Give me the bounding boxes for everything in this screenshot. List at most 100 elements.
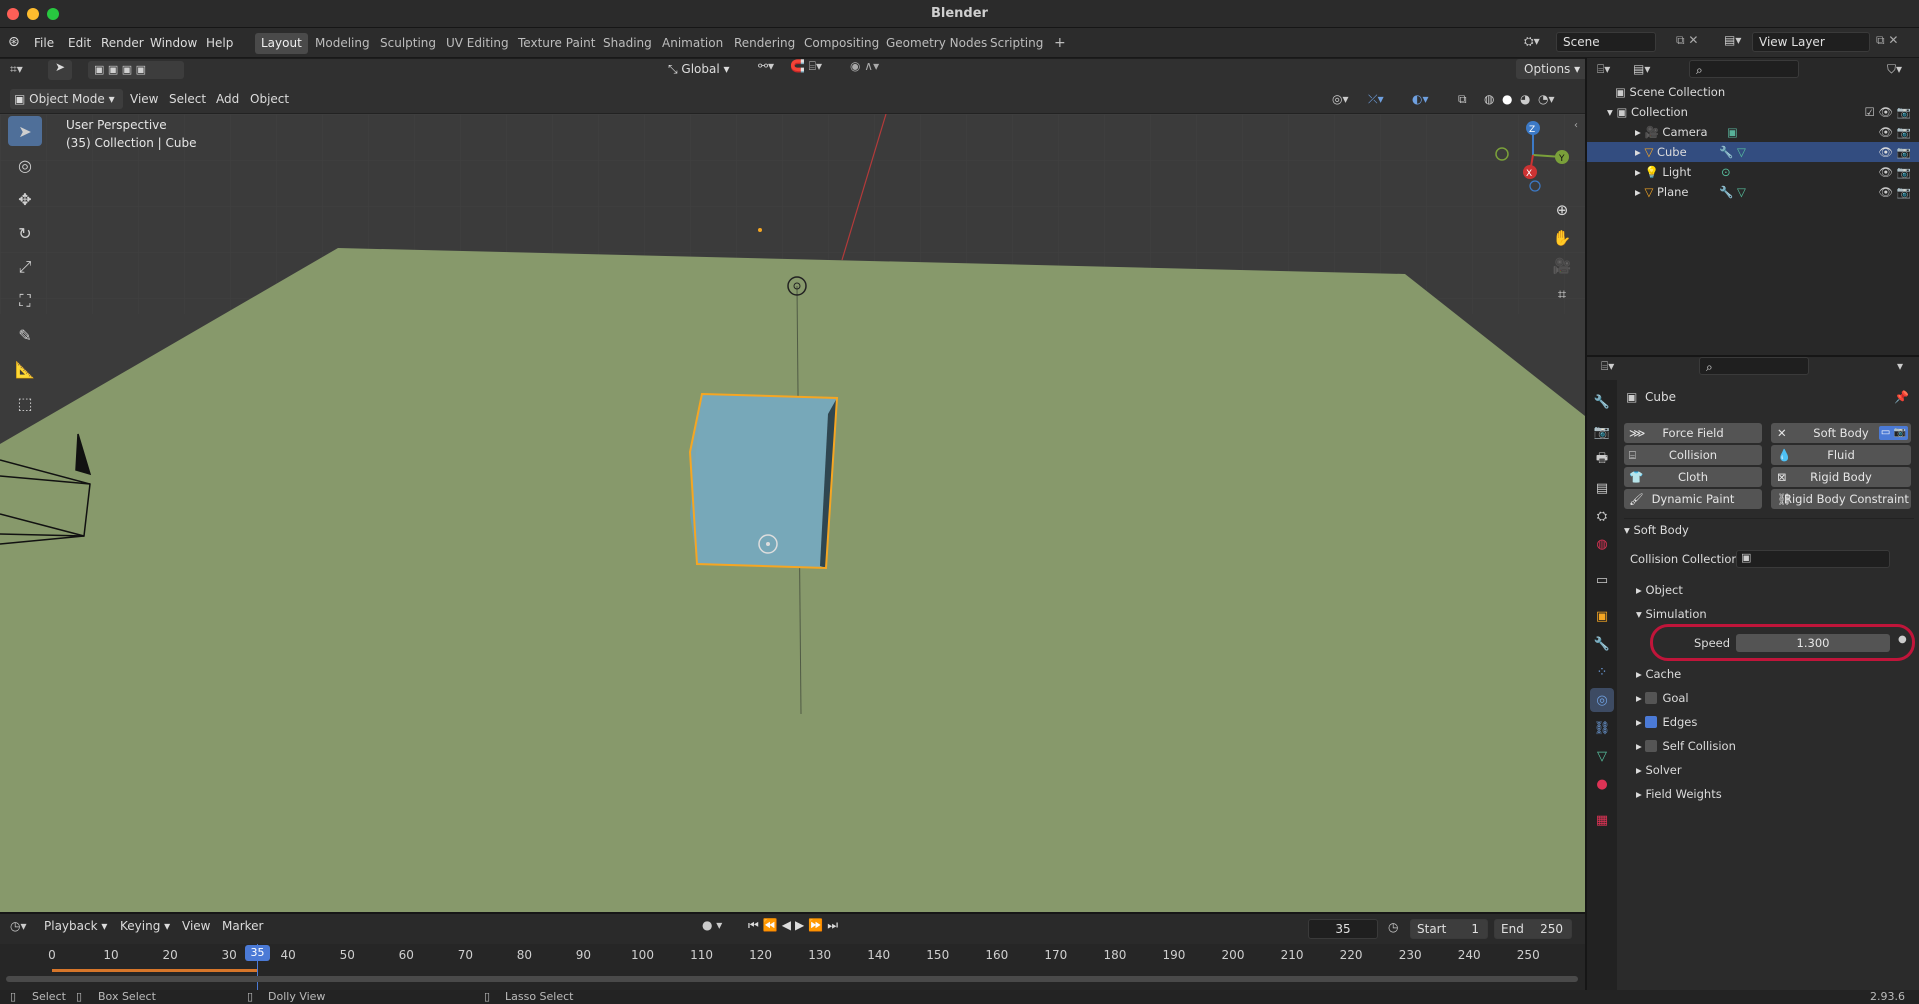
simulation-subpanel-header[interactable]: ▾ Simulation [1636, 603, 1707, 625]
collection-toggles[interactable]: ☑ 👁 📷 [1864, 102, 1911, 122]
menu-view[interactable]: View [130, 89, 158, 109]
cursor-tool-icon[interactable]: ◎ [8, 150, 42, 180]
scene-tab-icon[interactable]: ⛭ [1590, 504, 1614, 528]
transform-orientation-dropdown[interactable]: ⤡ Global ▾ [668, 59, 730, 79]
tab-modeling[interactable]: Modeling [309, 33, 376, 54]
output-tab-icon[interactable]: 🖶 [1590, 448, 1614, 472]
rigid-body-button[interactable]: ⊠ Rigid Body [1771, 467, 1911, 487]
add-workspace-icon[interactable]: + [1048, 33, 1072, 54]
outliner-row-collection[interactable]: ▾ ▣ Collection ☑ 👁 📷 [1587, 102, 1919, 122]
new-view-layer-icon[interactable]: ⧉ ✕ [1876, 33, 1898, 48]
particles-tab-icon[interactable]: ⁘ [1590, 660, 1614, 684]
properties-options-icon[interactable]: ▾ [1897, 359, 1903, 373]
soft-body-toggles[interactable]: ▭ 📷 [1878, 426, 1908, 440]
prev-keyframe-icon[interactable]: ⏪ [763, 918, 782, 932]
plane-object[interactable] [0, 248, 1585, 912]
cloth-button[interactable]: 👕 Cloth [1624, 467, 1762, 487]
menu-window[interactable]: Window [150, 33, 197, 53]
new-scene-icon[interactable]: ⧉ ✕ [1676, 33, 1698, 48]
outliner-row-scene-collection[interactable]: ▣ Scene Collection [1587, 82, 1919, 102]
fluid-button[interactable]: 💧 Fluid [1771, 445, 1911, 465]
zoom-icon[interactable]: ⊕ [1548, 196, 1576, 224]
sidebar-toggle-icon[interactable]: ‹ [1574, 120, 1578, 131]
material-tab-icon[interactable]: ● [1590, 772, 1614, 796]
camera-visibility-icon[interactable]: 👁 📷 [1878, 122, 1911, 142]
timeline-view-menu[interactable]: View [182, 919, 210, 933]
collision-button[interactable]: ⌸ Collision [1624, 445, 1762, 465]
jump-start-icon[interactable]: ⏮ [748, 918, 763, 932]
playhead-frame-badge[interactable]: 35 [245, 945, 270, 961]
goal-checkbox[interactable] [1645, 691, 1658, 704]
cube-object[interactable] [688, 392, 839, 570]
properties-editor-icon[interactable]: ⌸▾ [1601, 359, 1614, 374]
menu-edit[interactable]: Edit [68, 33, 91, 53]
tab-scripting[interactable]: Scripting [984, 33, 1049, 54]
gizmo-icon[interactable]: ⤫▾ [1368, 89, 1384, 109]
editor-type-icon[interactable]: ⌗▾ [10, 62, 23, 77]
constraints-tab-icon[interactable]: ⛓ [1590, 716, 1614, 740]
blender-logo-icon[interactable]: ⊛ [8, 34, 26, 52]
menu-add[interactable]: Add [216, 89, 239, 109]
properties-search-input[interactable]: ⌕ [1699, 357, 1809, 375]
collision-collection-field[interactable]: ▣ [1736, 550, 1890, 568]
view-layer-tab-icon[interactable]: ▤ [1590, 476, 1614, 500]
shading-rendered-icon[interactable]: ◔▾ [1538, 89, 1555, 109]
rigid-body-constraint-button[interactable]: ⛓ Rigid Body Constraint [1771, 489, 1911, 509]
timeline-editor-icon[interactable]: ◷▾ [10, 919, 27, 933]
mode-dropdown[interactable]: ▣ Object Mode ▾ [10, 89, 123, 109]
self-collision-subpanel-header[interactable]: ▸ Self Collision [1636, 735, 1736, 757]
light-visibility-icon[interactable]: 👁 📷 [1878, 162, 1911, 182]
scene-name-field[interactable]: Scene [1556, 32, 1656, 52]
filter-icon[interactable]: ⛉▾ [1887, 62, 1902, 77]
menu-object[interactable]: Object [250, 89, 289, 109]
outliner-search-input[interactable]: ⌕ [1689, 60, 1799, 78]
pan-hand-icon[interactable]: ✋ [1548, 224, 1576, 252]
goal-subpanel-header[interactable]: ▸ Goal [1636, 687, 1689, 709]
annotate-tool-icon[interactable]: ✎ [8, 320, 42, 350]
pin-icon[interactable]: 📌 [1894, 390, 1909, 404]
outliner-row-camera[interactable]: ▸ 🎥 Camera ▣ 👁 📷 [1587, 122, 1919, 142]
marker-menu[interactable]: Marker [222, 919, 263, 933]
outliner-editor-icon[interactable]: ⌸▾ [1597, 62, 1610, 77]
tab-uv-editing[interactable]: UV Editing [440, 33, 515, 54]
select-mode-icons[interactable]: ▣ ▣ ▣ ▣ [88, 61, 184, 79]
force-field-button[interactable]: ⋙ Force Field [1624, 423, 1762, 443]
cube-visibility-icon[interactable]: 👁 📷 [1878, 142, 1911, 162]
menu-render[interactable]: Render [101, 33, 144, 53]
tab-compositing[interactable]: Compositing [798, 33, 885, 54]
plane-visibility-icon[interactable]: 👁 📷 [1878, 182, 1911, 202]
ortho-toggle-icon[interactable]: ⌗ [1548, 280, 1576, 308]
outliner-row-cube[interactable]: ▸ ▽ Cube 🔧 ▽ 👁 📷 [1587, 142, 1919, 162]
play-reverse-icon[interactable]: ◀ [782, 918, 795, 932]
proportional-edit-icon[interactable]: ◉ ∧▾ [850, 59, 879, 73]
tab-rendering[interactable]: Rendering [728, 33, 801, 54]
start-frame-field[interactable]: Start 1 [1410, 919, 1488, 939]
data-tab-icon[interactable]: ▽ [1590, 744, 1614, 768]
collection-tab-icon[interactable]: ▭ [1590, 568, 1614, 592]
end-frame-field[interactable]: End 250 [1494, 919, 1572, 939]
current-frame-field[interactable]: 35 [1308, 919, 1378, 939]
snap-icon[interactable]: 🧲 ⌸▾ [790, 59, 822, 74]
tab-sculpting[interactable]: Sculpting [374, 33, 442, 54]
playback-controls[interactable]: ⏮⏪◀▶⏩⏭ [748, 918, 842, 933]
playback-menu[interactable]: Playback ▾ [44, 919, 107, 933]
soft-body-button[interactable]: ✕ Soft Body ▭ 📷 [1771, 423, 1911, 443]
auto-keying-icon[interactable]: ● ▾ [702, 918, 722, 932]
tab-geometry-nodes[interactable]: Geometry Nodes [880, 33, 993, 54]
tab-layout[interactable]: Layout [255, 33, 308, 54]
outliner-row-light[interactable]: ▸ 💡 Light ⊙ 👁 📷 [1587, 162, 1919, 182]
keying-menu[interactable]: Keying ▾ [120, 919, 170, 933]
cache-subpanel-header[interactable]: ▸ Cache [1636, 663, 1681, 685]
preview-range-icon[interactable]: ◷ [1388, 920, 1398, 934]
world-tab-icon[interactable]: ◍ [1590, 532, 1614, 556]
camera-view-icon[interactable]: 🎥 [1548, 252, 1576, 280]
object-tab-icon[interactable]: ▣ [1590, 604, 1614, 628]
self-collision-checkbox[interactable] [1645, 739, 1658, 752]
physics-tab-icon[interactable]: ◎ [1590, 688, 1614, 712]
scale-tool-icon[interactable]: ⤢ [8, 252, 42, 282]
visibility-icon[interactable]: ◎▾ [1332, 89, 1349, 109]
next-keyframe-icon[interactable]: ⏩ [808, 918, 827, 932]
remove-soft-body-icon[interactable]: ✕ [1777, 423, 1787, 443]
scene-icon[interactable]: ⛭▾ [1524, 34, 1540, 49]
move-tool-icon[interactable]: ✥ [8, 184, 42, 214]
